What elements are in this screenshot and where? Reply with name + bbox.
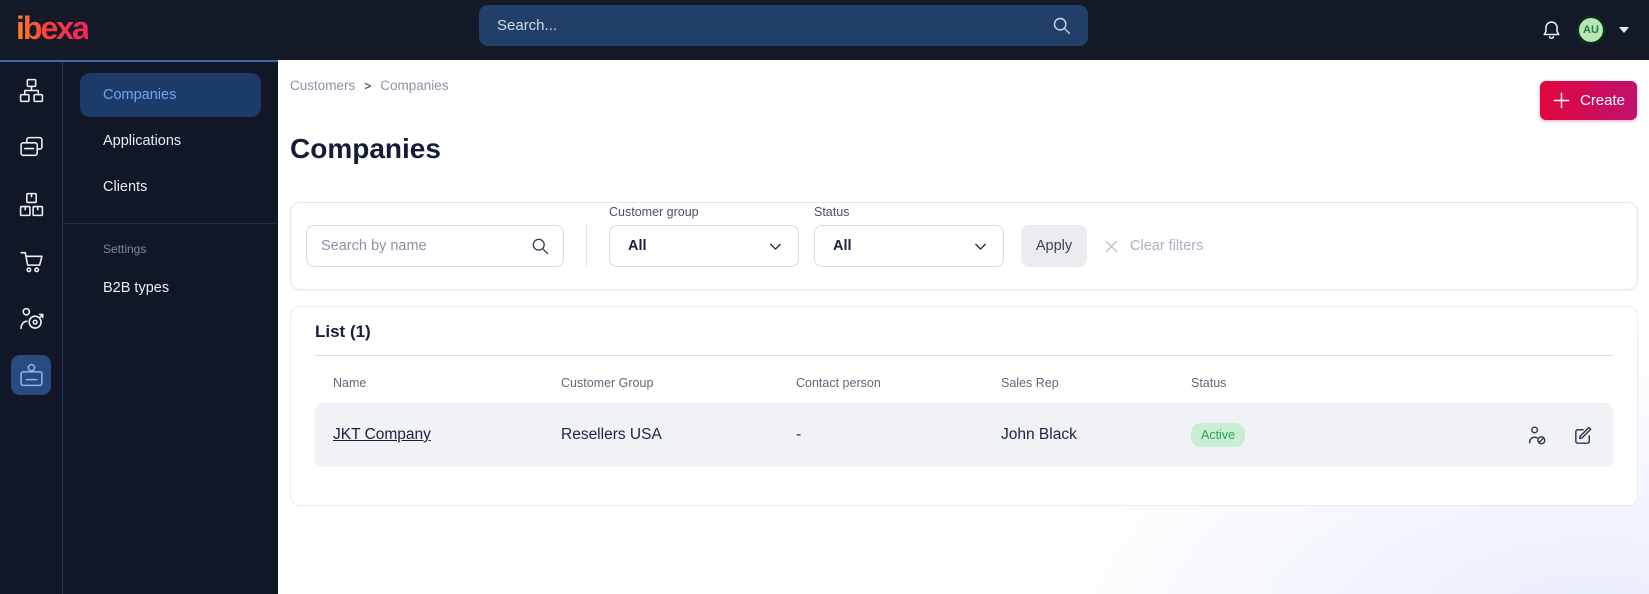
sidebar-icon-rail xyxy=(0,62,62,594)
clear-filters-label: Clear filters xyxy=(1130,238,1204,254)
applications-icon xyxy=(18,134,45,161)
column-header-name: Name xyxy=(333,376,367,390)
filter-divider xyxy=(586,225,587,267)
sidebar-rail-applications[interactable] xyxy=(11,127,51,167)
list-divider xyxy=(315,355,1613,356)
global-search-input[interactable] xyxy=(479,17,1051,34)
name-search-input[interactable] xyxy=(307,238,530,254)
create-button[interactable]: Create xyxy=(1540,81,1637,120)
apply-button[interactable]: Apply xyxy=(1021,225,1087,267)
sales-rep-cell: John Black xyxy=(1001,426,1077,443)
column-header-contact-person: Contact person xyxy=(796,376,881,390)
column-header-sales-rep: Sales Rep xyxy=(1001,376,1059,390)
chevron-down-icon xyxy=(767,238,784,255)
avatar[interactable]: AU xyxy=(1576,15,1606,45)
filter-bar: Customer group All Status All xyxy=(290,202,1638,290)
sidebar-item-clients[interactable]: Clients xyxy=(80,165,261,209)
companies-list: List (1) Name Customer Group Contact per… xyxy=(290,306,1638,506)
status-label: Status xyxy=(814,205,850,219)
row-actions xyxy=(1505,424,1595,447)
content-tree-icon xyxy=(18,77,45,104)
customer-group-filter: Customer group All xyxy=(609,205,799,267)
customer-segments-icon xyxy=(18,305,45,332)
sidebar: Companies Applications Clients Settings … xyxy=(0,60,278,594)
clear-filters-button[interactable]: Clear filters xyxy=(1103,225,1203,267)
customer-group-cell: Resellers USA xyxy=(561,426,662,443)
top-bar: ibexa AU xyxy=(0,0,1649,60)
sidebar-item-label: B2B types xyxy=(103,280,170,296)
sidebar-rail-cart[interactable] xyxy=(11,241,51,281)
create-button-label: Create xyxy=(1579,92,1626,109)
sidebar-rail-companies[interactable] xyxy=(11,355,51,395)
sidebar-item-label: Applications xyxy=(103,133,182,149)
status-select[interactable]: All xyxy=(814,225,1004,267)
sidebar-menu: Companies Applications Clients Settings … xyxy=(62,62,278,594)
sidebar-rail-content-tree[interactable] xyxy=(11,70,51,110)
status-value: All xyxy=(833,238,852,254)
table-header-row: Name Customer Group Contact person Sales… xyxy=(315,376,1613,390)
companies-badge-icon xyxy=(18,362,45,389)
search-icon[interactable] xyxy=(1051,15,1072,36)
sidebar-rail-products[interactable] xyxy=(11,184,51,224)
ibexa-logo: ibexa xyxy=(16,10,90,46)
sidebar-rail-segments[interactable] xyxy=(11,298,51,338)
table-row: JKT Company Resellers USA - John Black A… xyxy=(315,403,1613,467)
edit-icon[interactable] xyxy=(1572,424,1595,447)
status-badge: Active xyxy=(1191,423,1246,447)
sidebar-item-label: Companies xyxy=(103,87,177,103)
chevron-down-icon xyxy=(972,238,989,255)
sidebar-section-settings: Settings xyxy=(103,242,147,256)
column-header-actions xyxy=(1505,376,1595,390)
main-content: Customers > Companies Create Companies C… xyxy=(278,60,1649,594)
breadcrumb: Customers > Companies xyxy=(290,78,449,93)
sidebar-item-b2b-types[interactable]: B2B types xyxy=(80,266,261,310)
customer-group-value: All xyxy=(628,238,647,254)
sidebar-item-companies[interactable]: Companies xyxy=(80,73,261,117)
customer-group-label: Customer group xyxy=(609,205,699,219)
sidebar-item-applications[interactable]: Applications xyxy=(80,119,261,163)
company-name-link[interactable]: JKT Company xyxy=(333,426,561,444)
notifications-bell-icon[interactable] xyxy=(1540,19,1563,42)
search-icon xyxy=(530,236,550,256)
list-title: List (1) xyxy=(315,322,371,341)
sidebar-item-label: Clients xyxy=(103,179,148,195)
breadcrumb-companies[interactable]: Companies xyxy=(380,78,448,93)
cart-icon xyxy=(18,248,45,275)
clear-x-icon xyxy=(1103,238,1120,255)
column-header-customer-group: Customer Group xyxy=(561,376,654,390)
deactivate-user-icon[interactable] xyxy=(1526,424,1549,447)
contact-person-cell: - xyxy=(796,426,802,443)
name-search-field[interactable] xyxy=(306,225,564,267)
page-title: Companies xyxy=(290,133,441,164)
topbar-right: AU xyxy=(1540,0,1629,60)
chevron-down-icon[interactable] xyxy=(1619,27,1629,33)
global-search[interactable] xyxy=(479,5,1088,46)
plus-icon xyxy=(1552,91,1571,110)
products-boxes-icon xyxy=(18,191,45,218)
column-header-status: Status xyxy=(1191,376,1227,390)
breadcrumb-customers[interactable]: Customers xyxy=(290,78,355,93)
breadcrumb-separator: > xyxy=(364,78,372,93)
status-filter: Status All xyxy=(814,205,1004,267)
customer-group-select[interactable]: All xyxy=(609,225,799,267)
